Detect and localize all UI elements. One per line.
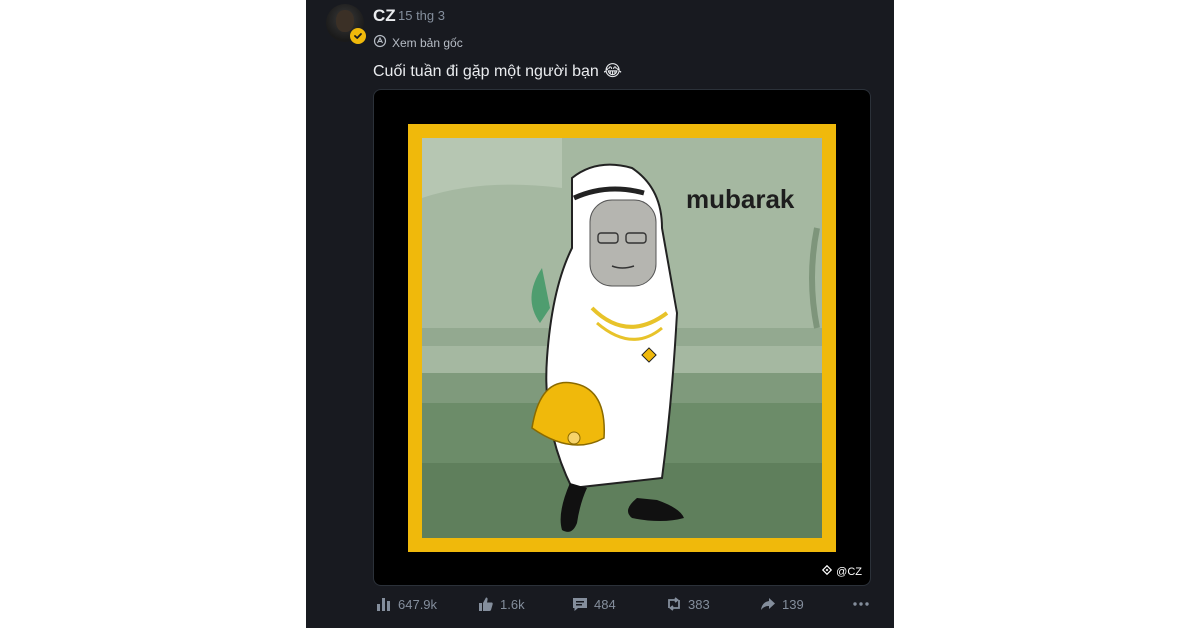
meme-illustration: mubarak bbox=[422, 138, 822, 538]
binance-logo-icon bbox=[821, 564, 833, 579]
reposts-count: 383 bbox=[688, 596, 710, 612]
repost-icon bbox=[666, 596, 682, 612]
post-actions: 647.9k 1.6k 484 383 139 bbox=[376, 596, 870, 614]
post-image[interactable]: mubarak @CZ bbox=[373, 89, 871, 586]
watermark-text: @CZ bbox=[836, 565, 862, 578]
comments-count: 484 bbox=[594, 596, 616, 612]
post-text: Cuối tuần đi gặp một người bạn 😂 bbox=[373, 63, 622, 80]
translate-icon bbox=[373, 34, 387, 51]
view-original-label: Xem bản gốc bbox=[392, 35, 463, 50]
verified-badge-icon bbox=[350, 28, 366, 44]
post-card: CZ 15 thg 3 Xem bản gốc Cuối tuần đi gặp… bbox=[306, 0, 894, 628]
image-caption: mubarak bbox=[686, 184, 795, 214]
share-icon bbox=[760, 596, 776, 612]
more-options-button[interactable] bbox=[852, 596, 870, 612]
views-stat[interactable]: 647.9k bbox=[376, 596, 437, 612]
image-watermark: @CZ bbox=[821, 564, 862, 579]
post-date: 15 thg 3 bbox=[398, 8, 445, 23]
bar-chart-icon bbox=[376, 596, 392, 612]
repost-button[interactable]: 383 bbox=[666, 596, 710, 612]
likes-count: 1.6k bbox=[500, 596, 525, 612]
views-count: 647.9k bbox=[398, 596, 438, 612]
thumbs-up-icon bbox=[478, 596, 494, 612]
shares-count: 139 bbox=[782, 596, 804, 612]
avatar[interactable] bbox=[326, 4, 366, 44]
view-original-button[interactable]: Xem bản gốc bbox=[373, 34, 463, 51]
image-frame: mubarak bbox=[408, 124, 836, 552]
more-horizontal-icon bbox=[852, 596, 870, 612]
avatar-face bbox=[336, 10, 354, 32]
share-button[interactable]: 139 bbox=[760, 596, 804, 612]
like-button[interactable]: 1.6k bbox=[478, 596, 525, 612]
author-name[interactable]: CZ bbox=[373, 6, 396, 26]
comment-button[interactable]: 484 bbox=[572, 596, 616, 612]
comment-icon bbox=[572, 596, 588, 612]
